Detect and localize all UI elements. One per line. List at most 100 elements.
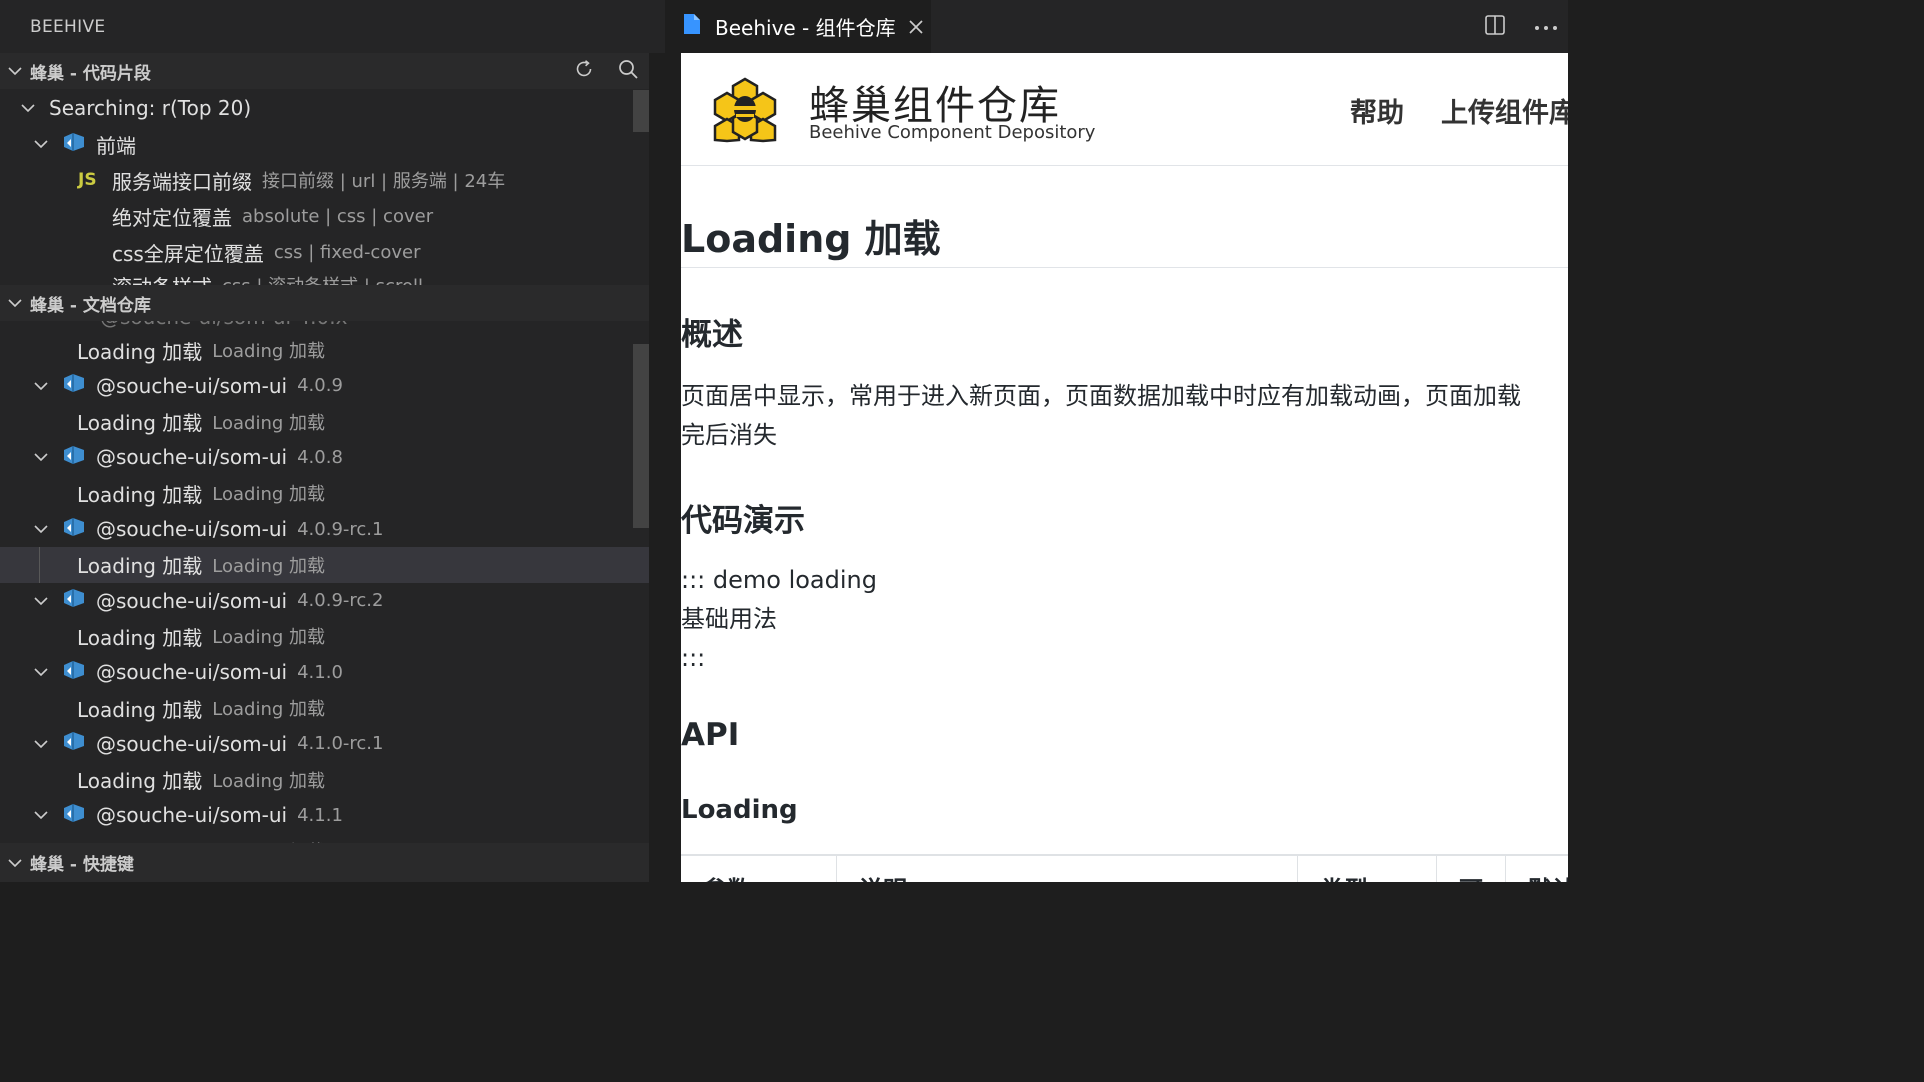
- package-icon: [62, 516, 96, 543]
- snippet-item[interactable]: JS 服务端接口前缀 接口前缀 | url | 服务端 | 24车: [0, 162, 649, 198]
- doc-item[interactable]: Loading 加载 Loading 加载: [0, 618, 649, 654]
- package-icon: [62, 444, 96, 471]
- package-node[interactable]: @souche-ui/som-ui 4.0.9: [0, 368, 649, 404]
- chevron-down-icon: [17, 97, 39, 119]
- overview-text-line-1: 页面居中显示，常用于进入新页面，页面数据加载中时应有加载动画，页面加载: [681, 382, 1521, 410]
- chevron-down-icon: [30, 446, 52, 468]
- snippet-item[interactable]: 滚动条样式 css | 滚动条样式 | scroll: [0, 267, 649, 286]
- search-result-node[interactable]: Searching: r(Top 20): [0, 90, 649, 126]
- doc-desc: Loading 加载: [212, 627, 326, 649]
- page-title: Loading 加载: [681, 217, 941, 261]
- package-label: @souche-ui/som-ui: [96, 588, 288, 613]
- snippet-desc: css | fixed-cover: [273, 241, 421, 263]
- package-version: 4.0.9: [297, 375, 343, 397]
- package-icon: [62, 131, 96, 158]
- webview-panel: 蜂巢组件仓库 Beehive Component Depository 帮助 上…: [681, 53, 1568, 882]
- doc-label: Loading 加载: [77, 482, 203, 507]
- section-title-snippets: 蜂巢 - 代码片段: [30, 63, 151, 84]
- chevron-down-icon: [0, 63, 30, 79]
- brand-subtitle: Beehive Component Depository: [809, 122, 1096, 143]
- chevron-down-icon: [0, 855, 30, 871]
- site-header: 蜂巢组件仓库 Beehive Component Depository 帮助 上…: [681, 53, 1568, 166]
- doc-item[interactable]: Loading 加载 Loading 加载: [0, 475, 649, 511]
- doc-item[interactable]: Loading 加载 Loading 加载: [0, 404, 649, 440]
- search-icon[interactable]: [617, 58, 639, 85]
- tab-label: Beehive - 组件仓库: [715, 16, 896, 40]
- doc-desc: Loading 加载: [212, 555, 326, 577]
- docs-tree: @souche-ui/som-ui 4.0.x Loading 加载 Loadin…: [0, 321, 649, 843]
- package-icon: [62, 372, 96, 399]
- snippets-tree: Searching: r(Top 20) 前端 JS 服务端接口前缀 接口前缀 …: [0, 89, 649, 285]
- close-icon[interactable]: [908, 19, 924, 35]
- js-file-icon: JS: [78, 170, 97, 190]
- demo-line-1: ::: demo loading: [681, 566, 877, 594]
- editor-tab-bar: Beehive - 组件仓库: [649, 0, 1568, 53]
- demo-line-2: 基础用法: [681, 605, 777, 633]
- search-label: Searching: r(Top 20): [49, 96, 252, 120]
- sash-divider[interactable]: [649, 0, 681, 882]
- table-header-cell: 可: [1437, 856, 1506, 882]
- section-header-docs[interactable]: 蜂巢 - 文档仓库: [0, 285, 649, 321]
- chevron-down-icon: [0, 295, 30, 311]
- package-version: 4.1.0: [297, 661, 343, 683]
- package-label: @souche-ui/som-ui: [96, 517, 288, 541]
- package-node[interactable]: @souche-ui/som-ui 4.1.1: [0, 797, 649, 833]
- table-header-cell: 类型: [1298, 856, 1437, 882]
- chevron-down-icon: [30, 375, 52, 397]
- doc-item[interactable]: Loading 加载Loading 加载: [0, 762, 649, 798]
- demo-heading: 代码演示: [681, 503, 805, 539]
- section-title-shortcuts: 蜂巢 - 快捷键: [30, 855, 134, 875]
- overview-text-line-2: 完后消失: [681, 421, 777, 449]
- package-label: @souche-ui/som-ui: [96, 445, 288, 470]
- doc-item[interactable]: Loading 加载Loading 加载: [0, 833, 649, 843]
- doc-item[interactable]: Loading 加载 Loading 加载: [0, 332, 649, 368]
- file-icon: [683, 13, 701, 40]
- package-version: 4.1.1: [297, 804, 343, 826]
- group-node-frontend[interactable]: 前端: [0, 126, 649, 162]
- nav-help-link[interactable]: 帮助: [1350, 91, 1404, 130]
- doc-desc: Loading 加载: [212, 412, 326, 434]
- doc-item[interactable]: Loading 加载 Loading 加载: [0, 546, 649, 583]
- package-node[interactable]: @souche-ui/som-ui 4.0.9-rc.1: [0, 511, 649, 547]
- snippet-item[interactable]: css全屏定位覆盖 css | fixed-cover: [0, 234, 649, 270]
- doc-label: Loading 加载: [77, 554, 203, 579]
- split-editor-icon[interactable]: [1484, 14, 1506, 40]
- beehive-logo-icon[interactable]: [711, 75, 779, 147]
- snippet-item[interactable]: 绝对定位覆盖 absolute | css | cover: [0, 198, 649, 234]
- package-label: @souche-ui/som-ui: [96, 660, 288, 685]
- api-table-header: 参数 说明 类型 可 默认: [681, 854, 1568, 882]
- doc-desc: Loading 加载: [212, 341, 326, 362]
- doc-desc: Loading 加载: [212, 770, 326, 792]
- package-node[interactable]: @souche-ui/som-ui 4.0.9-rc.2: [0, 583, 649, 619]
- doc-label: Loading 加载: [77, 625, 203, 650]
- snippet-label: 滚动条样式: [112, 271, 212, 286]
- tab-beehive[interactable]: Beehive - 组件仓库: [665, 0, 931, 53]
- more-icon[interactable]: [1534, 17, 1558, 36]
- doc-desc: Loading 加载: [212, 699, 326, 720]
- chevron-down-icon: [30, 661, 52, 683]
- partial-row-label: @souche-ui/som-ui 4.0.x: [100, 321, 347, 329]
- section-header-snippets[interactable]: 蜂巢 - 代码片段: [0, 53, 649, 89]
- doc-label: Loading 加载: [77, 339, 203, 364]
- package-node[interactable]: @souche-ui/som-ui 4.1.0: [0, 654, 649, 690]
- doc-desc: Loading 加载: [212, 484, 326, 506]
- package-version: 4.0.8: [297, 446, 343, 468]
- section-header-shortcuts[interactable]: 蜂巢 - 快捷键: [0, 843, 649, 882]
- package-node[interactable]: @souche-ui/som-ui 4.0.8: [0, 439, 649, 475]
- refresh-icon[interactable]: [573, 58, 595, 85]
- demo-line-3: :::: [681, 644, 706, 672]
- nav-upload-link[interactable]: 上传组件库: [1441, 91, 1568, 130]
- api-heading: API: [681, 717, 740, 753]
- sidebar: BEEHIVE 蜂巢 - 代码片段 Searching: r(Top 20) 前…: [0, 0, 649, 882]
- docs-scrollbar[interactable]: [633, 344, 649, 528]
- snippets-scrollbar[interactable]: [633, 90, 649, 132]
- doc-item[interactable]: Loading 加载Loading 加载: [0, 690, 649, 726]
- chevron-down-icon: [30, 133, 52, 155]
- package-node[interactable]: @souche-ui/som-ui 4.1.0-rc.1: [0, 726, 649, 762]
- doc-label: Loading 加载: [77, 411, 203, 436]
- snippet-desc: absolute | css | cover: [242, 205, 434, 227]
- snippet-desc: 接口前缀 | url | 服务端 | 24车: [262, 171, 506, 192]
- package-version: 4.0.9-rc.2: [297, 590, 384, 612]
- table-header-cell: 默认: [1506, 856, 1568, 882]
- package-icon: [62, 587, 96, 614]
